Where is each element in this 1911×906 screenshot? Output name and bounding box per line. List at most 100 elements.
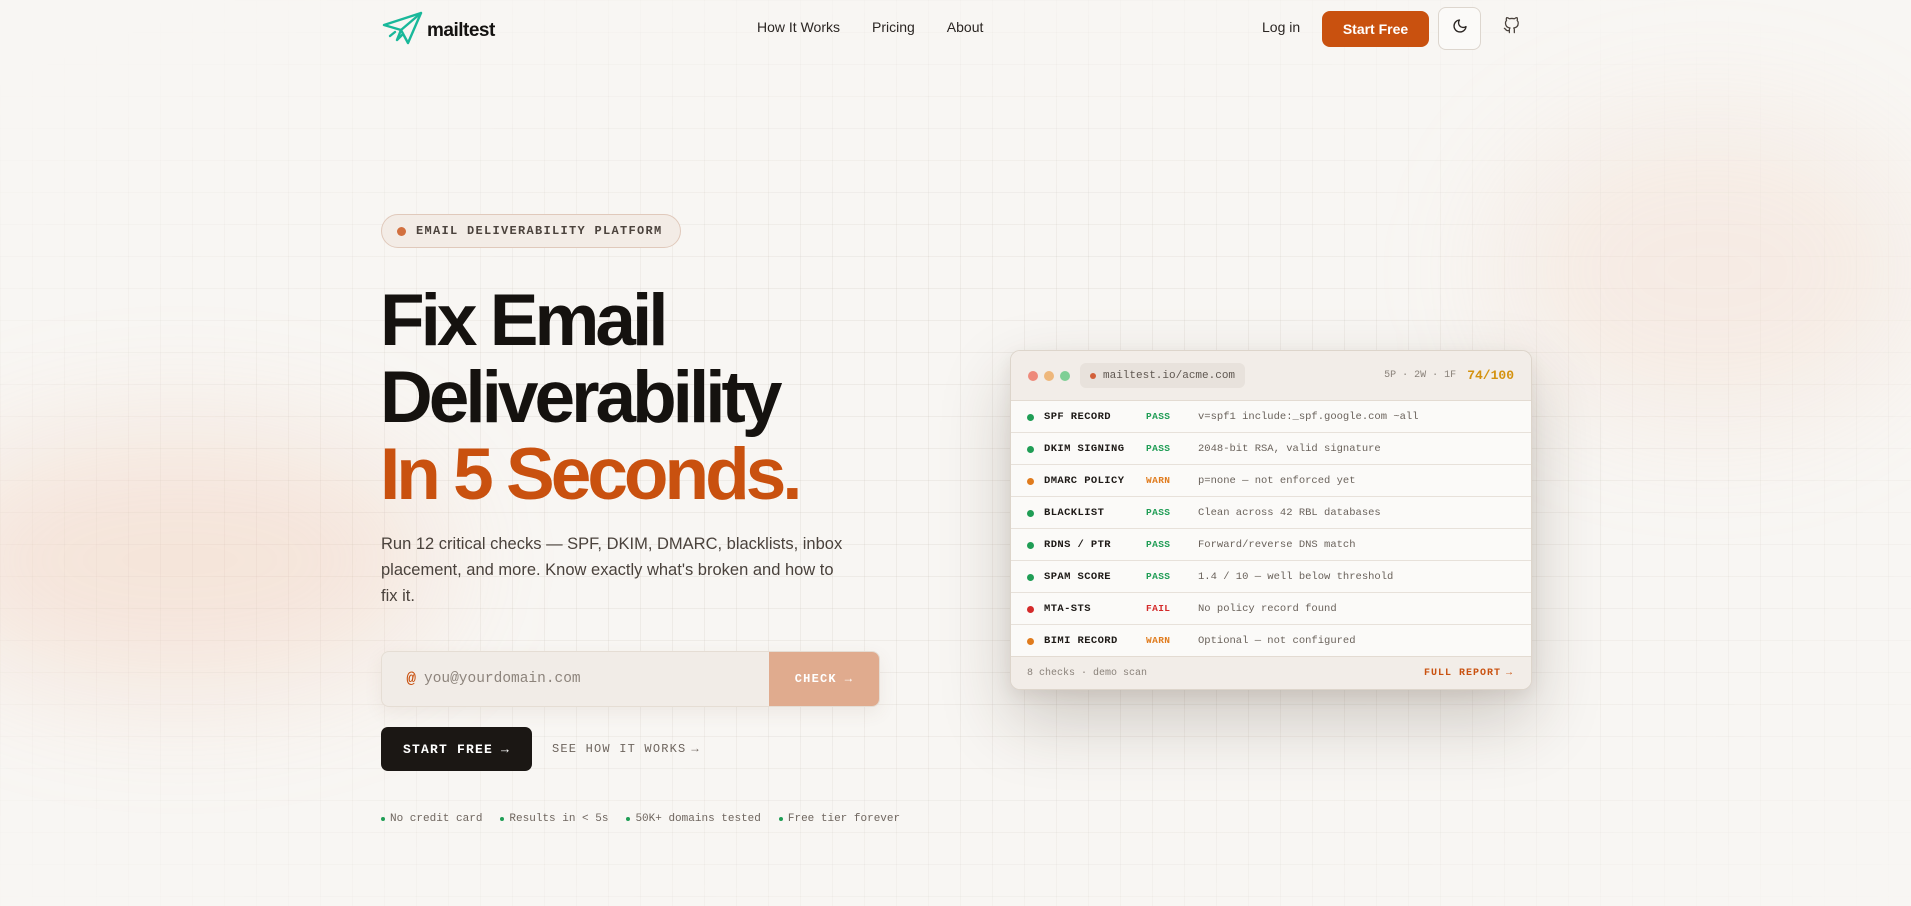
check-name: SPAM SCORE [1044, 570, 1112, 583]
result-summary: 5P · 2W · 1F 74/100 [1384, 368, 1514, 383]
check-row: MTA-STS FAIL No policy record found [1011, 593, 1531, 625]
check-status: PASS [1146, 443, 1171, 454]
at-icon: @ [406, 670, 416, 688]
perk-list: No credit card Results in < 5s 50K+ doma… [381, 813, 900, 825]
check-row: SPAM SCORE PASS 1.4 / 10 — well below thre… [1011, 561, 1531, 593]
check-detail: 2048-bit RSA, valid signature [1198, 442, 1381, 455]
logo-text: mailtest [427, 19, 495, 41]
status-dot-icon [1090, 372, 1096, 379]
hero-subtext: Run 12 critical checks — SPF, DKIM, DMAR… [381, 535, 843, 605]
check-status: WARN [1146, 475, 1171, 486]
result-counts: 5P · 2W · 1F [1384, 370, 1457, 381]
check-dot-icon [626, 817, 631, 821]
email-input[interactable] [424, 652, 769, 706]
check-detail: Clean across 42 RBL databases [1198, 506, 1381, 519]
arrow-right-icon: → [1505, 668, 1513, 679]
check-detail: Optional — not configured [1198, 634, 1356, 647]
arrow-right-icon: → [844, 672, 854, 686]
check-row: RDNS / PTR PASS Forward/reverse DNS match [1011, 529, 1531, 561]
status-dot-icon [1027, 606, 1034, 613]
start-free-label: START FREE [402, 741, 493, 757]
url-text: mailtest.io/acme.com [1103, 369, 1236, 382]
perk-label: No credit card [390, 813, 483, 825]
full-report-link[interactable]: FULL REPORT → [1424, 668, 1513, 679]
check-name: BIMI RECORD [1044, 634, 1118, 647]
status-dot-icon [1027, 574, 1034, 581]
status-dot-icon [1027, 510, 1034, 517]
headline-line-1: Fix Email [380, 280, 669, 361]
minimize-dot-icon [1044, 371, 1054, 381]
check-detail: No policy record found [1198, 602, 1337, 615]
check-row: BIMI RECORD WARN Optional — not configured [1011, 625, 1531, 657]
github-icon [1503, 17, 1520, 39]
hero-headline: Fix Email Deliverability In 5 Seconds. [380, 280, 803, 515]
check-status: PASS [1146, 411, 1171, 422]
check-status: FAIL [1146, 603, 1171, 614]
login-link[interactable]: Log in [1262, 19, 1300, 35]
perk-item: 50K+ domains tested [626, 813, 761, 825]
check-dot-icon [381, 817, 385, 821]
status-dot-icon [1027, 446, 1034, 453]
nav-link-about[interactable]: About [947, 19, 984, 35]
status-dot-icon [1027, 542, 1034, 549]
nav-links: How It Works Pricing About [757, 19, 983, 35]
github-link[interactable] [1500, 17, 1522, 39]
start-free-button[interactable]: START FREE → [381, 727, 532, 771]
maximize-dot-icon [1060, 371, 1070, 381]
window-footer: 8 checks · demo scan FULL REPORT → [1011, 656, 1531, 689]
arrow-right-icon: → [691, 742, 700, 756]
badge-dot [397, 226, 406, 236]
check-rows: SPF RECORD PASS v=spf1 include:_spf.google… [1011, 401, 1531, 657]
nav-link-pricing[interactable]: Pricing [872, 19, 915, 35]
check-detail: v=spf1 include:_spf.google.com ~all [1198, 410, 1419, 423]
paper-plane-icon [381, 10, 425, 51]
moon-icon [1452, 18, 1468, 39]
check-row: DMARC POLICY WARN p=none — not enforced ye… [1011, 465, 1531, 497]
check-name: BLACKLIST [1044, 506, 1105, 519]
badge-text: EMAIL DELIVERABILITY PLATFORM [416, 224, 663, 238]
check-detail: 1.4 / 10 — well below threshold [1198, 570, 1394, 583]
check-button-label: CHECK [794, 672, 837, 686]
check-name: DKIM SIGNING [1044, 442, 1125, 455]
check-name: MTA-STS [1044, 602, 1091, 615]
check-dot-icon [500, 817, 505, 821]
check-status: PASS [1146, 539, 1171, 550]
headline-line-2: Deliverability [380, 357, 782, 438]
nav-link-how-it-works[interactable]: How It Works [757, 19, 840, 35]
perk-item: Free tier forever [778, 813, 901, 825]
check-row: SPF RECORD PASS v=spf1 include:_spf.google… [1011, 401, 1531, 433]
check-dot-icon [778, 817, 783, 821]
check-detail: p=none — not enforced yet [1198, 474, 1356, 487]
perk-label: 50K+ domains tested [635, 813, 761, 825]
check-status: PASS [1146, 571, 1171, 582]
check-status: WARN [1146, 635, 1171, 646]
window-header: mailtest.io/acme.com 5P · 2W · 1F 74/100 [1011, 351, 1531, 401]
check-name: RDNS / PTR [1044, 538, 1112, 551]
full-report-label: FULL REPORT [1423, 668, 1501, 679]
perk-label: Results in < 5s [509, 813, 609, 825]
demo-scan-window: mailtest.io/acme.com 5P · 2W · 1F 74/100… [1010, 350, 1532, 690]
start-free-nav-button[interactable]: Start Free [1322, 11, 1429, 47]
check-button[interactable]: CHECK → [769, 652, 879, 706]
close-dot-icon [1028, 371, 1038, 381]
logo[interactable]: mailtest [381, 10, 495, 51]
check-row: DKIM SIGNING PASS 2048-bit RSA, valid sign… [1011, 433, 1531, 465]
score: 74/100 [1467, 368, 1514, 383]
headline-line-3: In 5 Seconds. [380, 434, 803, 515]
window-controls [1028, 371, 1070, 381]
scan-summary: 8 checks · demo scan [1027, 668, 1148, 679]
check-name: SPF RECORD [1044, 410, 1112, 423]
check-name: DMARC POLICY [1044, 474, 1125, 487]
status-dot-icon [1027, 478, 1034, 485]
check-row: BLACKLIST PASS Clean across 42 RBL databas… [1011, 497, 1531, 529]
hero-badge: EMAIL DELIVERABILITY PLATFORM [381, 214, 681, 248]
background-glow [1500, 120, 1911, 420]
perk-label: Free tier forever [787, 813, 901, 825]
check-status: PASS [1146, 507, 1171, 518]
see-how-it-works-link[interactable]: SEE HOW IT WORKS → [552, 742, 700, 756]
top-nav: mailtest How It Works Pricing About Log … [0, 0, 1911, 56]
status-dot-icon [1027, 638, 1034, 645]
theme-toggle-button[interactable] [1438, 7, 1481, 50]
perk-item: No credit card [381, 813, 482, 825]
url-bar: mailtest.io/acme.com [1080, 363, 1246, 388]
